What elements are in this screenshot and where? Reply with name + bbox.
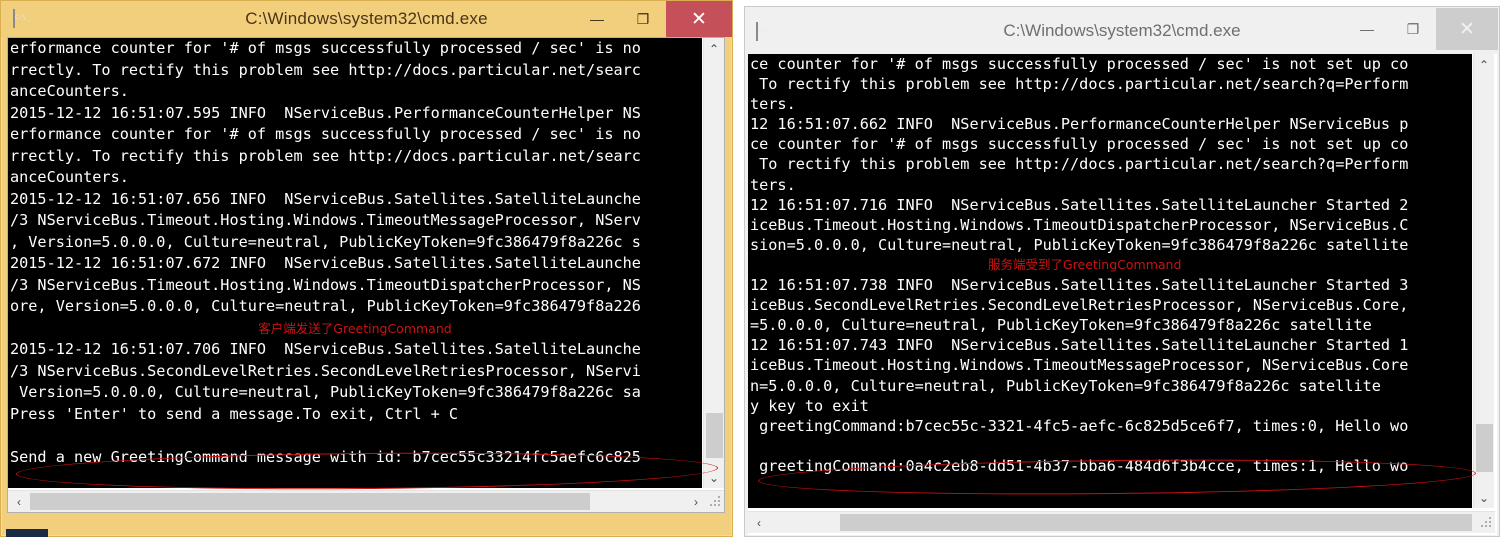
- console-line: 12 16:51:07.662 INFO NServiceBus.Perform…: [750, 115, 1409, 134]
- console-line: greetingCommand:b7cec55c-3321-4fc5-aefc-…: [750, 416, 1409, 435]
- window-controls-left: — ❐ ✕: [574, 1, 732, 37]
- console-line: Send a new GreetingCommand message with …: [10, 447, 641, 466]
- scroll-left-arrow-left[interactable]: ‹: [8, 495, 30, 509]
- console-line: 2015-12-12 16:51:07.706 INFO NServiceBus…: [10, 340, 641, 358]
- console-line: 2015-12-12 16:51:07.595 INFO NServiceBus…: [10, 103, 641, 122]
- client-area-left: erformance counter for '# of msgs succes…: [7, 37, 725, 513]
- console-line: anceCounters.: [10, 82, 129, 100]
- scroll-right-arrow-left[interactable]: ›: [685, 495, 707, 509]
- vertical-scrollbar-left[interactable]: ⌃ ⌄: [703, 38, 724, 488]
- console-line: /3 NServiceBus.Timeout.Hosting.Windows.T…: [10, 211, 641, 229]
- console-line: 2015-12-12 16:51:07.656 INFO NServiceBus…: [10, 189, 641, 208]
- console-output-right[interactable]: ce counter for '# of msgs successfully p…: [748, 54, 1472, 508]
- console-line: To rectify this problem see http://docs.…: [750, 75, 1409, 94]
- cmd-icon: [13, 9, 15, 28]
- horizontal-scrollbar-left[interactable]: ‹ ›: [8, 490, 724, 512]
- client-area-right: ce counter for '# of msgs successfully p…: [748, 54, 1497, 535]
- console-line: anceCounters.: [10, 168, 129, 186]
- annotation-text: 客户端发送了GreetingCommand: [258, 320, 452, 336]
- console-line: /3 NServiceBus.Timeout.Hosting.Windows.T…: [10, 275, 641, 294]
- scroll-left-arrow-right[interactable]: ‹: [748, 516, 770, 530]
- console-line: sion=5.0.0.0, Culture=neutral, PublicKey…: [750, 235, 1409, 254]
- resize-grip-left[interactable]: [707, 493, 724, 510]
- console-line: , Version=5.0.0.0, Culture=neutral, Publ…: [10, 232, 641, 251]
- horizontal-scrollbar-right[interactable]: ‹ ›: [748, 511, 1495, 533]
- console-line: 12 16:51:07.738 INFO NServiceBus.Satelli…: [750, 276, 1409, 295]
- titlebar-right[interactable]: C:\Windows\system32\cmd.exe — ❐ ✕: [745, 7, 1499, 54]
- scroll-down-arrow-right[interactable]: ⌄: [1474, 487, 1494, 508]
- console-line: erformance counter for '# of msgs succes…: [10, 125, 641, 143]
- minimize-button-left[interactable]: —: [574, 1, 620, 37]
- resize-grip-right[interactable]: [1478, 514, 1495, 531]
- minimize-button-right[interactable]: —: [1344, 8, 1390, 50]
- horizontal-scroll-thumb-left[interactable]: [30, 493, 590, 510]
- console-line: Version=5.0.0.0, Culture=neutral, Public…: [10, 383, 641, 401]
- console-line: ore, Version=5.0.0.0, Culture=neutral, P…: [10, 297, 641, 315]
- horizontal-scroll-thumb-right[interactable]: [840, 514, 1472, 531]
- console-line: n=5.0.0.0, Culture=neutral, PublicKeyTok…: [750, 376, 1381, 395]
- annotation-text: 服务端受到了GreetingCommand: [988, 256, 1182, 272]
- console-output-left[interactable]: erformance counter for '# of msgs succes…: [8, 38, 702, 488]
- console-line: ce counter for '# of msgs successfully p…: [750, 55, 1409, 73]
- console-line: iceBus.SecondLevelRetries.SecondLevelRet…: [750, 296, 1409, 315]
- scroll-down-arrow-left[interactable]: ⌄: [704, 467, 724, 488]
- cmd-icon: [756, 21, 758, 41]
- console-line: iceBus.Timeout.Hosting.Windows.TimeoutDi…: [750, 215, 1409, 234]
- console-line: =5.0.0.0, Culture=neutral, PublicKeyToke…: [750, 316, 1372, 335]
- console-line: 12 16:51:07.716 INFO NServiceBus.Satelli…: [750, 195, 1409, 214]
- scroll-up-arrow-left[interactable]: ⌃: [704, 38, 724, 59]
- taskbar-sliver: [6, 529, 48, 537]
- console-line: ters.: [750, 95, 796, 114]
- close-button-right[interactable]: ✕: [1436, 8, 1498, 50]
- maximize-button-right[interactable]: ❐: [1390, 8, 1436, 50]
- cmd-window-right[interactable]: C:\Windows\system32\cmd.exe — ❐ ✕ ce cou…: [744, 6, 1500, 537]
- console-line: To rectify this problem see http://docs.…: [750, 155, 1409, 174]
- console-line: rrectly. To rectify this problem see htt…: [10, 146, 641, 165]
- console-line: erformance counter for '# of msgs succes…: [10, 39, 641, 57]
- vertical-scrollbar-right[interactable]: ⌃ ⌄: [1473, 54, 1494, 508]
- console-line: ce counter for '# of msgs successfully p…: [750, 135, 1409, 154]
- horizontal-scroll-track-right[interactable]: [770, 512, 1472, 533]
- vertical-scroll-thumb-right[interactable]: [1476, 424, 1493, 472]
- window-controls-right: — ❐ ✕: [1344, 8, 1498, 50]
- console-line: /3 NServiceBus.SecondLevelRetries.Second…: [10, 361, 641, 380]
- horizontal-scroll-track-left[interactable]: [30, 491, 685, 512]
- console-line: iceBus.Timeout.Hosting.Windows.TimeoutMe…: [750, 356, 1409, 375]
- console-line: rrectly. To rectify this problem see htt…: [10, 60, 641, 79]
- console-line: ters.: [750, 175, 796, 194]
- close-button-left[interactable]: ✕: [666, 1, 732, 37]
- console-line: 2015-12-12 16:51:07.672 INFO NServiceBus…: [10, 254, 641, 272]
- console-line: 12 16:51:07.743 INFO NServiceBus.Satelli…: [750, 336, 1409, 355]
- vertical-scroll-thumb-left[interactable]: [706, 413, 723, 458]
- maximize-button-left[interactable]: ❐: [620, 1, 666, 37]
- titlebar-left[interactable]: C:\Windows\system32\cmd.exe — ❐ ✕: [1, 1, 732, 37]
- console-line: greetingCommand:0a4c2eb8-dd51-4b37-bba6-…: [750, 456, 1409, 475]
- console-line: y key to exit: [750, 396, 869, 415]
- cmd-window-left[interactable]: C:\Windows\system32\cmd.exe — ❐ ✕ erform…: [0, 0, 733, 537]
- scroll-up-arrow-right[interactable]: ⌃: [1474, 54, 1494, 75]
- console-line: Press 'Enter' to send a message.To exit,…: [10, 404, 459, 423]
